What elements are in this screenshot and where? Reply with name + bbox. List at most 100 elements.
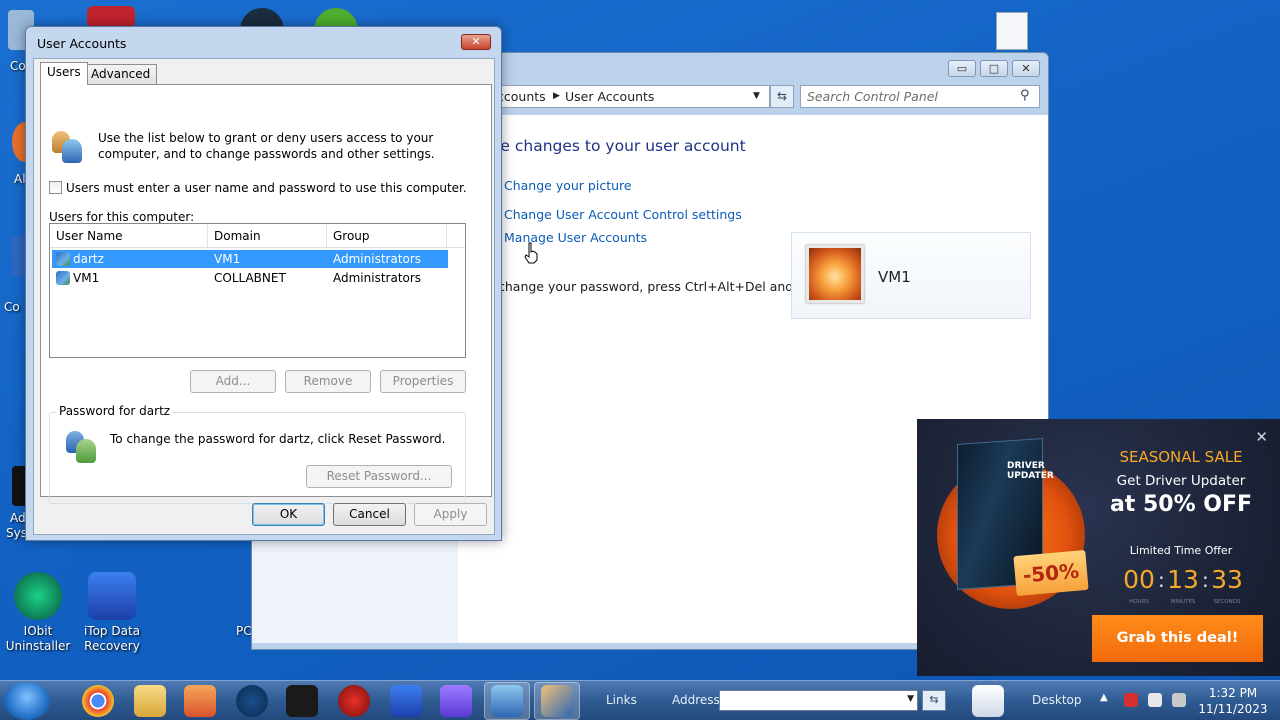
ad-offer: at 50% OFF: [1109, 492, 1253, 517]
ad-product-line: Get Driver Updater: [1116, 473, 1246, 489]
dialog-title: User Accounts: [37, 36, 127, 51]
desktop-icon-label: PC: [236, 624, 252, 638]
breadcrumb-current[interactable]: User Accounts: [565, 86, 654, 107]
desktop-icon-label: Al: [14, 172, 26, 186]
taskbar-address-input[interactable]: ▼: [719, 690, 918, 711]
search-icon[interactable]: ⚲: [1020, 88, 1030, 103]
maximize-button[interactable]: □: [980, 60, 1008, 77]
hand-cursor-icon: [524, 242, 538, 264]
user-icon: [56, 252, 70, 266]
row-domain: COLLABNET: [214, 271, 286, 285]
timer-label-hours: HOURS: [1129, 599, 1149, 605]
links-toolbar-label[interactable]: Links: [606, 693, 637, 707]
ok-button[interactable]: OK: [252, 503, 325, 526]
password-groupbox: Password for dartz To change the passwor…: [49, 404, 466, 504]
breadcrumb-parent[interactable]: ccounts: [497, 86, 546, 107]
address-toolbar-label: Address: [672, 693, 720, 707]
list-header: User Name Domain Group: [50, 224, 465, 248]
timer-minutes: 13: [1167, 565, 1199, 594]
reset-password-button[interactable]: Reset Password...: [306, 465, 452, 488]
table-row[interactable]: VM1 COLLABNET Administrators: [52, 269, 448, 287]
refresh-button[interactable]: ⇆: [770, 85, 794, 108]
require-password-label[interactable]: Users must enter a user name and passwor…: [66, 180, 467, 196]
desktop-icon-iobit[interactable]: IObit Uninstaller: [0, 572, 76, 654]
grab-deal-button[interactable]: Grab this deal!: [1092, 615, 1263, 662]
desktop-icon-label: Ad: [10, 511, 26, 525]
cancel-button[interactable]: Cancel: [333, 503, 406, 526]
chrome-icon[interactable]: [82, 685, 114, 717]
page-title: ke changes to your user account: [492, 137, 746, 155]
search-input[interactable]: Search Control Panel: [800, 85, 1040, 108]
properties-button[interactable]: Properties: [380, 370, 466, 393]
clock-time: 1:32 PM: [1208, 686, 1258, 700]
tray-volume-icon[interactable]: [1172, 693, 1186, 707]
itop-recovery-icon: [88, 572, 136, 620]
document-icon[interactable]: [996, 12, 1028, 50]
change-picture-link[interactable]: Change your picture: [504, 178, 632, 193]
iobit-app-icon[interactable]: [338, 685, 370, 717]
row-group: Administrators: [333, 271, 422, 285]
minimize-button[interactable]: ▭: [948, 60, 976, 77]
file-explorer-icon[interactable]: [134, 685, 166, 717]
desktop-icon-label: IObit: [23, 624, 53, 638]
notepad-icon[interactable]: [972, 685, 1004, 717]
p-app-icon[interactable]: [440, 685, 472, 717]
timer-label-seconds: SECONDS: [1213, 599, 1241, 605]
add-user-button[interactable]: Add...: [190, 370, 276, 393]
column-group[interactable]: Group: [327, 224, 447, 248]
close-button[interactable]: ✕: [461, 34, 491, 50]
discount-badge: -50%: [1013, 549, 1089, 597]
user-accounts-icon: [50, 129, 84, 163]
breadcrumb-separator-icon[interactable]: ▶: [553, 86, 560, 107]
go-button[interactable]: ⇆: [922, 690, 946, 711]
desktop-toolbar-label[interactable]: Desktop: [1032, 693, 1082, 707]
timer-seconds: 33: [1211, 565, 1243, 594]
system-clock[interactable]: 1:32 PM 11/11/2023: [1192, 685, 1274, 717]
tray-flag-icon[interactable]: [1124, 693, 1138, 707]
product-box-title: DRIVER UPDATER: [1007, 461, 1054, 481]
ad-seasonal-sale: SEASONAL SALE: [1119, 448, 1243, 466]
uac-settings-link[interactable]: Change User Account Control settings: [504, 207, 742, 222]
column-user-name[interactable]: User Name: [50, 224, 208, 248]
chevron-down-icon[interactable]: ▼: [753, 86, 760, 107]
users-list[interactable]: User Name Domain Group dartz VM1 Adminis…: [49, 223, 466, 358]
remove-user-button[interactable]: Remove: [285, 370, 371, 393]
countdown-timer: 00 : 13 : 33: [1120, 565, 1246, 595]
desktop-icon-label: Uninstaller: [5, 639, 71, 653]
ccleaner-icon[interactable]: [236, 685, 268, 717]
dialog-body: Users Advanced Use the list below to gra…: [33, 58, 495, 535]
tray-network-icon[interactable]: [1148, 693, 1162, 707]
row-user-name: VM1: [73, 271, 100, 285]
window-controls: ▭ □ ✕: [948, 60, 1040, 77]
column-domain[interactable]: Domain: [208, 224, 327, 248]
account-name: VM1: [878, 268, 911, 286]
desktop-icon-label: Sys: [6, 526, 27, 540]
close-icon[interactable]: ✕: [1255, 428, 1268, 446]
chevron-down-icon[interactable]: ▼: [907, 694, 914, 704]
user-accounts-taskbar-icon: [541, 685, 573, 717]
ad-limited-time: Limited Time Offer: [1129, 544, 1233, 557]
iobit-uninstaller-icon: [14, 572, 62, 620]
desktop-app-icon[interactable]: [87, 6, 135, 28]
row-domain: VM1: [214, 252, 241, 266]
table-row[interactable]: dartz VM1 Administrators: [52, 250, 448, 268]
show-hidden-icons-icon[interactable]: ▲: [1100, 692, 1108, 703]
control-panel-icon: [491, 685, 523, 717]
itop-recovery-taskbar-icon[interactable]: [390, 685, 422, 717]
clock-date: 11/11/2023: [1198, 702, 1268, 716]
start-button[interactable]: [4, 682, 50, 720]
tab-users[interactable]: Users: [40, 62, 88, 85]
row-group: Administrators: [333, 252, 422, 266]
taskbar: Links Address ▼ ⇆ Desktop ▲ 1:32 PM 11/1…: [0, 680, 1280, 720]
desktop-icon-label: iTop Data: [83, 624, 141, 638]
desktop-icon-label: Co: [10, 59, 26, 73]
media-player-icon[interactable]: [184, 685, 216, 717]
desktop-icon-label: Co: [4, 300, 20, 314]
desktop-icon-itop[interactable]: iTop Data Recovery: [74, 572, 150, 654]
user-accounts-dialog: User Accounts ✕ Users Advanced Use the l…: [25, 26, 502, 541]
apply-button[interactable]: Apply: [414, 503, 487, 526]
tab-advanced[interactable]: Advanced: [84, 64, 158, 85]
close-button[interactable]: ✕: [1012, 60, 1040, 77]
screen-recorder-icon[interactable]: [286, 685, 318, 717]
require-password-checkbox[interactable]: [49, 181, 62, 194]
